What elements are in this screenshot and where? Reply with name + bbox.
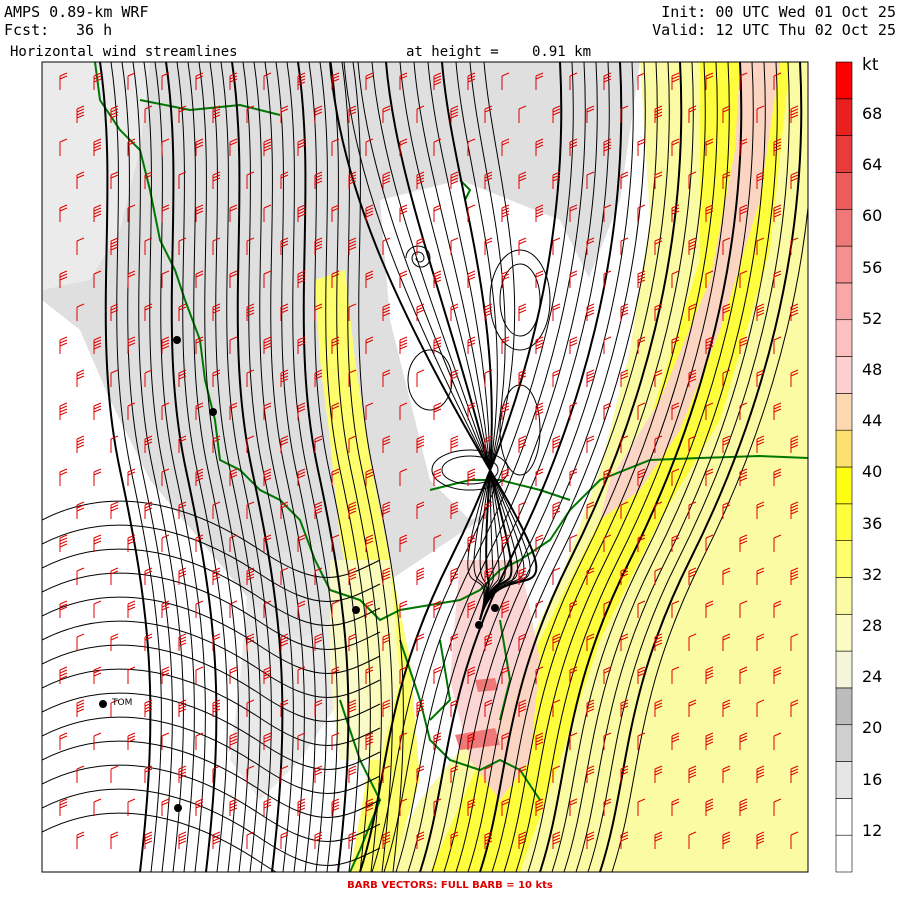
site-marker: [209, 408, 217, 416]
barb-legend-note: BARB VECTORS: FULL BARB = 10 kts: [347, 880, 553, 891]
colorbar-swatch: [835, 135, 853, 173]
model-title: AMPS 0.89-km WRF: [4, 3, 149, 21]
colorbar-tick-label: 36: [862, 513, 883, 533]
site-marker: [352, 606, 360, 614]
colorbar-tick-label: 48: [862, 360, 883, 379]
colorbar-swatch: [835, 356, 853, 394]
colorbar-swatch: [835, 429, 853, 468]
colorbar-tick-label: 12: [862, 820, 883, 840]
colorbar-tick-label: 44: [862, 411, 883, 431]
colorbar-tick-label: 32: [862, 564, 883, 584]
colorbar-swatch: [835, 319, 853, 357]
colorbar-tick-label: 24: [862, 667, 883, 687]
product-name: Horizontal wind streamlines: [10, 44, 238, 60]
site-marker: [173, 336, 181, 344]
colorbar-swatch: [835, 687, 853, 726]
colorbar-tick-label: 20: [862, 718, 883, 738]
colorbar-tick-label: 28: [862, 616, 883, 635]
colorbar-swatch: [835, 282, 853, 321]
site-marker-tom: [99, 700, 107, 708]
colorbar-swatch: [835, 503, 853, 541]
colorbar-tick-label: 56: [862, 257, 883, 277]
colorbar-tick-label: 60: [862, 206, 883, 226]
colorbar-swatch: [835, 613, 853, 652]
colorbar-tick-label: 16: [862, 769, 883, 789]
colorbar-swatch: [835, 761, 853, 799]
colorbar-swatch: [835, 98, 853, 136]
forecast-value: 36 h: [76, 21, 113, 39]
site-label-tom: TOM: [112, 698, 133, 708]
forecast-label: Fcst:: [4, 21, 50, 39]
colorbar-swatch: [835, 650, 853, 689]
site-marker: [491, 604, 499, 612]
colorbar: [835, 61, 853, 873]
valid-time: Valid: 12 UTC Thu 02 Oct 25: [652, 21, 896, 39]
colorbar-swatch: [835, 724, 853, 762]
site-marker: [475, 621, 483, 629]
colorbar-tick-label: 52: [862, 308, 883, 328]
init-time: Init: 00 UTC Wed 01 Oct 25: [661, 3, 896, 21]
site-marker: [174, 804, 182, 812]
colorbar-swatch: [835, 834, 853, 873]
colorbar-swatch: [835, 172, 853, 210]
colorbar-swatch: [835, 245, 853, 284]
height-label: at height =: [406, 44, 499, 60]
height-value: 0.91 km: [532, 44, 592, 60]
map-canvas: [41, 61, 853, 873]
colorbar-tick-label: 40: [862, 462, 883, 482]
colorbar-swatch: [835, 393, 853, 431]
colorbar-swatch: [835, 466, 853, 505]
colorbar-tick-label: 64: [862, 155, 883, 175]
colorbar-swatch: [835, 577, 853, 615]
colorbar-swatch: [835, 208, 853, 247]
colorbar-tick-label: 68: [862, 104, 883, 123]
colorbar-swatch: [835, 798, 853, 836]
colorbar-swatch: [835, 540, 853, 578]
map-area: [42, 62, 808, 872]
colorbar-swatch: [835, 61, 853, 100]
colorbar-unit: kt: [862, 55, 879, 75]
